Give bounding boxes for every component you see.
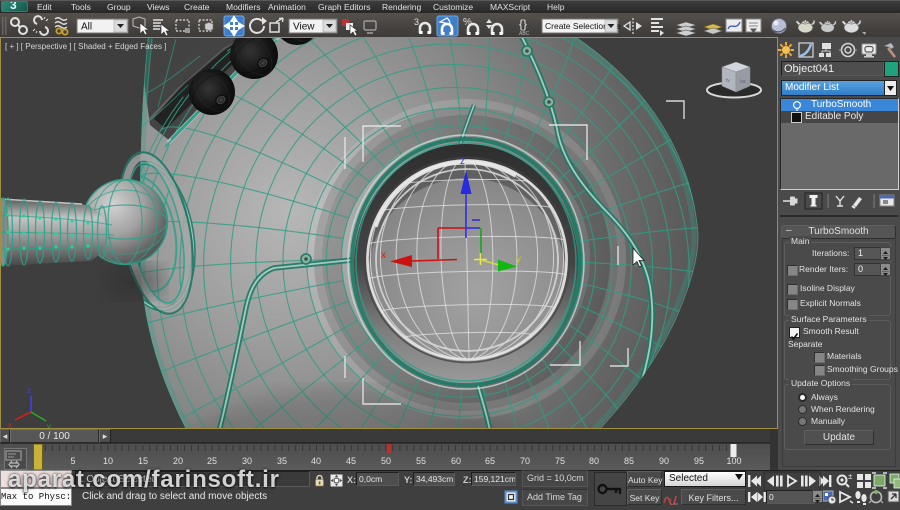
svg-text:z: z — [460, 156, 465, 167]
svg-text:View: View — [293, 22, 315, 33]
svg-text:z: z — [27, 386, 31, 395]
svg-text:15: 15 — [138, 456, 148, 466]
svg-text:25: 25 — [207, 456, 217, 466]
svg-text:90: 90 — [659, 456, 669, 466]
svg-text:{}: {} — [519, 17, 527, 31]
svg-text:55: 55 — [416, 456, 426, 466]
svg-text:±: ± — [848, 472, 853, 481]
svg-text:30: 30 — [242, 456, 252, 466]
svg-text:70: 70 — [520, 456, 530, 466]
svg-text:80: 80 — [589, 456, 599, 466]
svg-text:All: All — [81, 22, 92, 33]
svg-text:y: y — [47, 422, 51, 429]
svg-text:ba: ba — [740, 79, 746, 85]
svg-text:x: x — [381, 250, 386, 261]
svg-text:20: 20 — [173, 456, 183, 466]
svg-text:45: 45 — [346, 456, 356, 466]
svg-text:3: 3 — [414, 17, 419, 27]
svg-text:60: 60 — [451, 456, 461, 466]
svg-text:40: 40 — [311, 456, 321, 466]
svg-text:tv: tv — [726, 78, 730, 84]
svg-text:y: y — [516, 254, 521, 265]
svg-text:x: x — [8, 421, 12, 429]
svg-text:10: 10 — [103, 456, 113, 466]
svg-text:65: 65 — [485, 456, 495, 466]
svg-text:95: 95 — [694, 456, 704, 466]
svg-text:50: 50 — [381, 456, 391, 466]
svg-text:85: 85 — [624, 456, 634, 466]
svg-text:75: 75 — [555, 456, 565, 466]
svg-text:5: 5 — [70, 456, 75, 466]
svg-text:35: 35 — [277, 456, 287, 466]
svg-text:100: 100 — [726, 456, 741, 466]
